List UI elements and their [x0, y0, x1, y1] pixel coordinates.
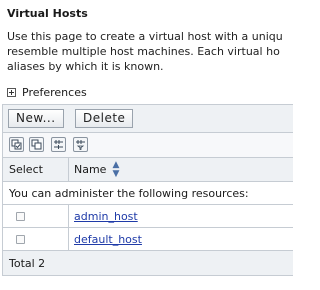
deselect-all-icon[interactable]	[29, 137, 44, 152]
table-row: admin_host	[3, 205, 293, 228]
preferences-toggle[interactable]: Preferences	[7, 86, 87, 99]
table-footer: Total 2	[3, 251, 293, 276]
new-button[interactable]: New...	[8, 109, 64, 128]
row-name-cell: admin_host	[69, 205, 293, 227]
description-line-1: Use this page to create a virtual host w…	[7, 30, 283, 43]
sort-toggle-icon[interactable]: ▲ ▼	[112, 160, 119, 179]
info-message-row: You can administer the following resourc…	[3, 182, 293, 205]
row-name-cell: default_host	[69, 228, 293, 250]
virtual-hosts-table: New... Delete Select Name ▲ ▼ You can ad…	[2, 104, 293, 276]
row-select-cell	[3, 205, 69, 227]
select-column-header: Select	[3, 158, 69, 181]
clear-filter-icon[interactable]	[73, 137, 88, 152]
preferences-label[interactable]: Preferences	[22, 86, 87, 99]
row-checkbox[interactable]	[16, 211, 25, 221]
icon-toolbar	[3, 133, 293, 158]
button-bar: New... Delete	[3, 105, 293, 133]
table-row: default_host	[3, 228, 293, 251]
row-checkbox[interactable]	[16, 234, 25, 244]
page-title: Virtual Hosts	[7, 7, 88, 20]
select-all-icon[interactable]	[9, 137, 24, 152]
host-link-admin-host[interactable]: admin_host	[74, 210, 138, 223]
host-link-default-host[interactable]: default_host	[74, 233, 142, 246]
row-select-cell	[3, 228, 69, 250]
total-count: Total 2	[9, 256, 46, 270]
delete-button[interactable]: Delete	[75, 109, 134, 128]
table-header: Select Name ▲ ▼	[3, 158, 293, 182]
description-line-2: resemble multiple host machines. Each vi…	[7, 45, 280, 58]
description-line-3: aliases by which it is known.	[7, 60, 164, 73]
expand-plus-icon[interactable]	[7, 88, 16, 97]
info-message: You can administer the following resourc…	[9, 186, 249, 200]
name-column-header[interactable]: Name ▲ ▼	[69, 158, 293, 181]
show-filter-icon[interactable]	[51, 137, 66, 152]
